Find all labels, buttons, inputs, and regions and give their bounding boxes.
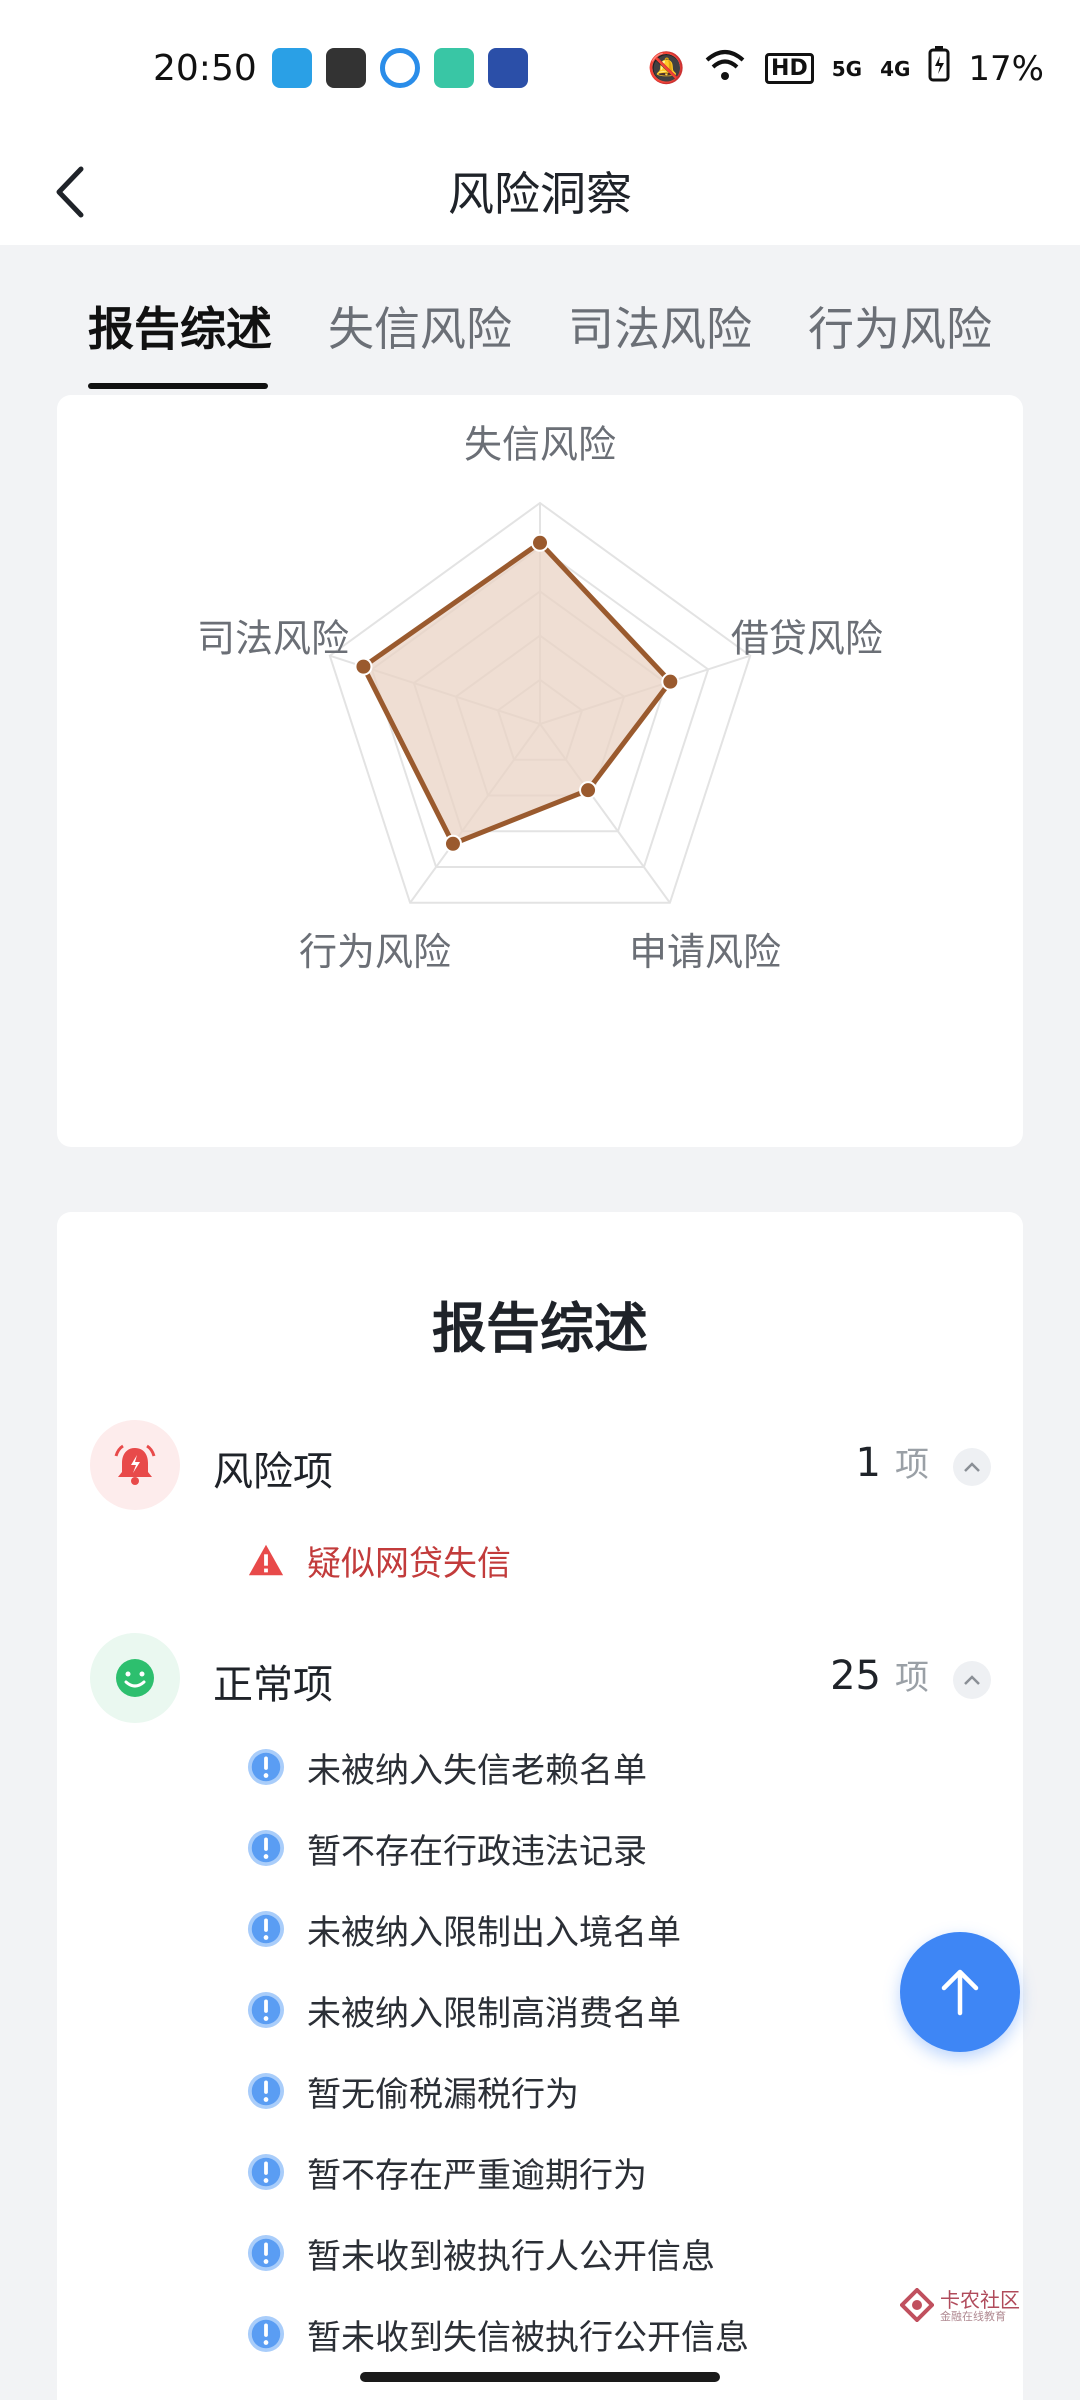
scroll-to-top-button[interactable] — [900, 1932, 1020, 2052]
normal-group-label: 正常项 — [213, 1662, 333, 1708]
risk-group-count: 1 项 — [856, 1437, 929, 1486]
tab-bar: 报告综述 失信风险 司法风险 行为风险 — [0, 245, 1080, 395]
radar-series-area — [360, 540, 673, 847]
report-summary-card: 报告综述 风险项 1 项 疑似网贷失信 正常项 25 项 未被纳入失信老赖名单 … — [57, 1212, 1023, 2400]
risk-item-text: 疑似网贷失信 — [307, 1543, 511, 1584]
normal-item-text: 未被纳入限制高消费名单 — [307, 1993, 681, 2034]
radar-axis-label: 申请风险 — [629, 930, 781, 974]
telegram-icon — [272, 48, 312, 88]
radar-point — [661, 672, 680, 691]
normal-group-collapse-toggle[interactable] — [953, 1661, 991, 1699]
radar-point — [354, 657, 373, 676]
watermark-logo-icon — [900, 2288, 934, 2322]
box-app-icon — [326, 48, 366, 88]
tab-behavior-risk[interactable]: 行为风险 — [808, 293, 992, 359]
watermark: 卡农社区 金融在线教育 — [900, 2284, 1050, 2328]
risk-count-value: 1 — [855, 1440, 881, 1486]
risk-count-unit: 项 — [895, 1445, 929, 1485]
normal-item: 暂不存在严重逾期行为 — [247, 2142, 647, 2202]
normal-item-text: 暂不存在行政违法记录 — [307, 1831, 647, 1872]
radar-point — [443, 834, 462, 853]
normal-group-row: 正常项 25 项 — [57, 1630, 1023, 1726]
battery-icon — [928, 46, 950, 91]
ring-app-icon — [380, 48, 420, 88]
tab-judicial-risk[interactable]: 司法风险 — [568, 293, 752, 359]
wifi-icon — [703, 48, 747, 90]
chevron-up-icon — [964, 1675, 980, 1685]
battery-percent: 17% — [968, 48, 1044, 89]
arrow-up-icon — [941, 1969, 979, 2016]
radar-axis-label: 行为风险 — [299, 930, 451, 974]
home-indicator[interactable] — [360, 2372, 720, 2382]
info-icon — [247, 2072, 285, 2110]
status-indicators: 🔕 HD 5G 4G 17% — [648, 46, 1044, 91]
info-icon — [247, 1748, 285, 1786]
status-time: 20:50 — [153, 48, 257, 89]
normal-item: 未被纳入限制高消费名单 — [247, 1980, 681, 2040]
normal-count-unit: 项 — [895, 1658, 929, 1698]
status-bar: 20:50 🔕 HD 5G 4G 17% — [0, 0, 1080, 140]
radar-point — [579, 781, 598, 800]
watermark-subtext: 金融在线教育 — [940, 2310, 1006, 2323]
page-title: 风险洞察 — [448, 167, 632, 221]
green-app-icon — [434, 48, 474, 88]
normal-item-text: 暂未收到被执行人公开信息 — [307, 2236, 715, 2277]
normal-item: 暂未收到被执行人公开信息 — [247, 2223, 715, 2283]
radar-point — [531, 533, 549, 552]
normal-item: 未被纳入失信老赖名单 — [247, 1737, 647, 1797]
normal-item-text: 暂未收到失信被执行公开信息 — [307, 2317, 749, 2358]
info-icon — [247, 2234, 285, 2272]
normal-item: 暂未收到失信被执行公开信息 — [247, 2304, 749, 2364]
page-header: 风险洞察 — [0, 140, 1080, 245]
radar-chart: 失信风险借贷风险申请风险 行为风险 司法风险 — [197, 422, 883, 974]
signal-4g-icon: 4G — [880, 56, 911, 81]
summary-title: 报告综述 — [432, 1297, 648, 1360]
bank-app-icon — [488, 48, 528, 88]
radar-chart-card: 失信风险借贷风险申请风险 行为风险 司法风险 — [57, 395, 1023, 1147]
normal-item: 未被纳入限制出入境名单 — [247, 1899, 681, 1959]
radar-axis-label: 失信风险 — [464, 422, 616, 466]
tab-credit-risk[interactable]: 失信风险 — [328, 293, 512, 359]
hd-badge: HD — [765, 53, 814, 84]
radar-axis-label: 借贷风险 — [731, 616, 883, 660]
normal-item: 暂不存在行政违法记录 — [247, 1818, 647, 1878]
warning-triangle-icon — [247, 1541, 285, 1579]
risk-item: 疑似网贷失信 — [247, 1530, 511, 1590]
active-tab-indicator — [88, 383, 268, 389]
risk-group-collapse-toggle[interactable] — [953, 1448, 991, 1486]
normal-count-value: 25 — [830, 1653, 881, 1699]
radar-axis-label: 司法风险 — [197, 616, 349, 660]
risk-group-label: 风险项 — [213, 1449, 333, 1495]
info-icon — [247, 1991, 285, 2029]
normal-item-text: 暂不存在严重逾期行为 — [307, 2155, 647, 2196]
normal-item-text: 暂无偷税漏税行为 — [307, 2074, 579, 2115]
alarm-bell-icon — [90, 1420, 180, 1510]
signal-5g-icon: 5G — [831, 56, 863, 81]
mute-icon: 🔕 — [647, 51, 686, 86]
normal-group-count: 25 项 — [830, 1650, 929, 1699]
smile-icon — [90, 1633, 180, 1723]
normal-item-text: 未被纳入失信老赖名单 — [307, 1750, 647, 1791]
info-icon — [247, 1829, 285, 1867]
notification-icons — [272, 48, 528, 88]
info-icon — [247, 1910, 285, 1948]
info-icon — [247, 2153, 285, 2191]
normal-item: 暂无偷税漏税行为 — [247, 2061, 579, 2121]
tab-report-summary[interactable]: 报告综述 — [88, 293, 272, 359]
risk-group-row: 风险项 1 项 — [57, 1417, 1023, 1513]
chevron-up-icon — [964, 1462, 980, 1472]
normal-item-text: 未被纳入限制出入境名单 — [307, 1912, 681, 1953]
info-icon — [247, 2315, 285, 2353]
